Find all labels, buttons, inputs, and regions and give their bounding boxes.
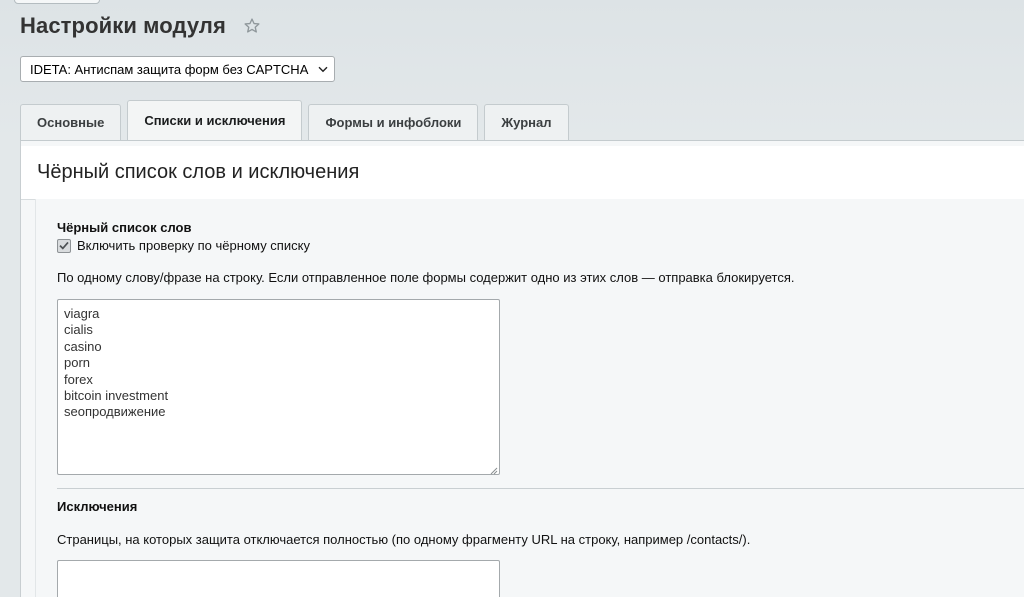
tab-content: Чёрный список слов и исключения Чёрный с…	[20, 141, 1024, 597]
module-select[interactable]: IDETA: Антиспам защита форм без CAPTCHA	[20, 56, 335, 82]
blacklist-hint: По одному слову/фразе на строку. Если от…	[57, 270, 795, 285]
star-icon[interactable]	[242, 16, 262, 36]
title-row: Настройки модуля	[20, 13, 262, 39]
blacklist-word: seoпродвижение	[64, 404, 166, 420]
resize-handle-icon[interactable]	[488, 463, 498, 475]
blacklist-word: casino	[64, 338, 102, 354]
blacklist-enable-checkbox[interactable]	[57, 238, 71, 253]
settings-panel: Чёрный список слов Включить проверку по …	[35, 199, 1024, 597]
chevron-down-icon	[314, 66, 332, 73]
blacklist-word: forex	[64, 371, 93, 387]
page: Настройки модуля IDETA: Антиспам защита …	[0, 0, 1024, 597]
exclusions-textarea[interactable]	[57, 560, 500, 597]
blacklist-word: bitcoin investment	[64, 388, 169, 404]
exclusions-hint: Страницы, на которых защита отключается …	[57, 532, 751, 547]
exclusions-title: Исключения	[57, 499, 138, 514]
tab-label: Формы и инфоблоки	[325, 115, 462, 130]
module-select-value: IDETA: Антиспам защита форм без CAPTCHA	[30, 61, 309, 77]
blacklist-word: viagra	[64, 306, 100, 321]
section-header: Чёрный список слов и исключения	[21, 146, 1024, 200]
tab-forms-infoblocks[interactable]: Формы и инфоблоки	[308, 104, 479, 140]
blacklist-word: porn	[64, 355, 91, 371]
blacklist-title: Чёрный список слов	[57, 220, 192, 235]
section-title: Чёрный список слов и исключения	[37, 161, 360, 183]
blacklist-enable-checkbox-row[interactable]: Включить проверку по чёрному списку	[57, 238, 310, 253]
tab-bar: Основные Списки и исключения Формы и инф…	[20, 100, 575, 140]
blacklist-enable-label: Включить проверку по чёрному списку	[77, 238, 310, 253]
tab-label: Журнал	[501, 115, 552, 130]
tab-journal[interactable]: Журнал	[484, 104, 569, 140]
top-toolbar-button-edge[interactable]	[14, 0, 100, 4]
checkmark-icon	[59, 241, 69, 250]
tab-label: Основные	[37, 115, 105, 130]
page-title: Настройки модуля	[20, 13, 226, 38]
blacklist-textarea[interactable]: viagra cialis casino porn forex bitcoin …	[57, 299, 500, 475]
tab-label: Списки и исключения	[144, 113, 286, 128]
section-divider	[57, 488, 1024, 489]
tab-lists-exclusions[interactable]: Списки и исключения	[127, 100, 303, 140]
blacklist-word: cialis	[64, 322, 93, 338]
tab-main[interactable]: Основные	[20, 104, 122, 140]
